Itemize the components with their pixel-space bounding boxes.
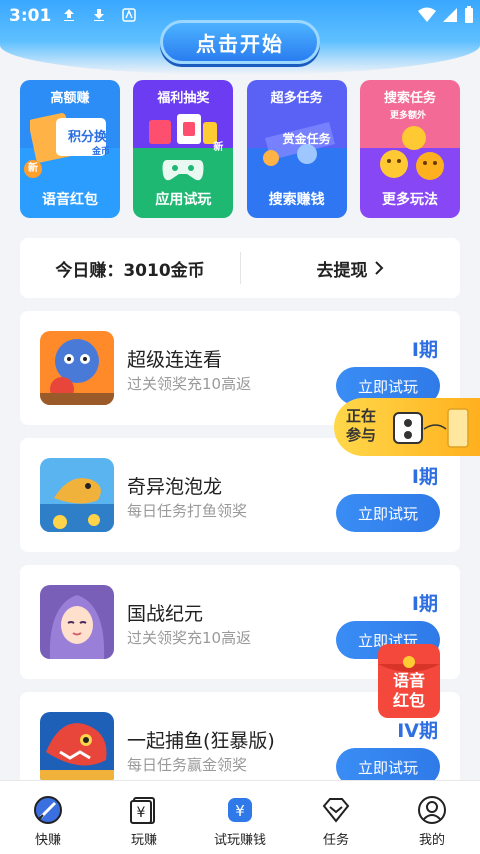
- game-description: 每日任务赢金领奖: [127, 756, 248, 774]
- start-button[interactable]: 点击开始: [160, 20, 320, 64]
- svg-text:¥: ¥: [235, 802, 245, 820]
- battery-icon: [465, 6, 473, 23]
- join-line-2: 参与: [346, 426, 377, 444]
- tile-top-label: 超多任务: [270, 91, 323, 106]
- tab-label: 试玩赚钱: [213, 833, 266, 848]
- wifi-icon: [418, 7, 436, 22]
- status-time: 3:01: [9, 6, 52, 26]
- tile-top-sub: 更多额外: [389, 111, 426, 121]
- tile-search-earn[interactable]: 超多任务 赏金任务 搜索赚钱: [246, 80, 347, 218]
- tab-tasks[interactable]: 任务: [288, 781, 384, 854]
- tab-label: 任务: [322, 833, 349, 848]
- tile-top-label: 高额赚: [50, 91, 90, 106]
- tile-bottom-label: 语音红包: [42, 192, 98, 208]
- participating-float-button[interactable]: 正在 参与: [334, 398, 480, 456]
- tile-top-label: 福利抽奖: [157, 91, 210, 106]
- tile-bottom-label: 搜索赚钱: [268, 192, 325, 208]
- chevron-right-icon: [374, 261, 383, 275]
- svg-text:¥: ¥: [137, 805, 146, 821]
- game-period: IV期: [397, 720, 438, 742]
- new-badge: 新: [24, 160, 42, 178]
- tab-label: 玩赚: [130, 833, 157, 848]
- tab-quick-earn[interactable]: 快赚: [0, 781, 96, 854]
- today-earnings: 今日赚：3010金币: [55, 260, 205, 281]
- game-name: 一起捕鱼(狂暴版): [127, 730, 275, 752]
- tile-bottom-label: 应用试玩: [155, 192, 212, 208]
- tile-bottom-label: 更多玩法: [381, 192, 438, 208]
- game-icon: [40, 585, 114, 659]
- tile-mid-sub: 金币: [92, 147, 111, 157]
- diamond-icon: [322, 798, 350, 823]
- game-period: I期: [411, 593, 438, 615]
- new-badge: 新: [213, 142, 224, 153]
- earnings-card: 今日赚：3010金币 去提现: [20, 238, 460, 298]
- tab-play-earn[interactable]: ¥ 玩赚: [96, 781, 192, 854]
- tile-mid-label: 赏金任务: [282, 132, 331, 146]
- emoji-coins-icon: [379, 126, 444, 180]
- feature-tiles: 高额赚 积分换 金币 新 语音红包 福利抽奖 新 应用试玩 超多任务 赏金任务 …: [20, 80, 460, 218]
- redpack-line-2: 红包: [392, 691, 425, 710]
- game-description: 过关领奖充10高返: [127, 629, 252, 647]
- yen-bag-icon: ¥: [228, 798, 252, 822]
- download-icon: [94, 9, 104, 21]
- tab-label: 快赚: [34, 833, 61, 848]
- game-icon: [40, 331, 114, 405]
- yen-card-icon: ¥: [130, 797, 155, 824]
- join-line-1: 正在: [346, 407, 377, 425]
- game-description: 过关领奖充10高返: [127, 375, 252, 393]
- user-icon: [418, 796, 446, 824]
- game-period: I期: [411, 339, 438, 361]
- tile-app-trial[interactable]: 福利抽奖 新 应用试玩: [133, 80, 234, 218]
- status-indicators: [418, 6, 474, 24]
- game-icon: [40, 712, 114, 786]
- rocket-icon: [34, 796, 62, 824]
- game-period: I期: [411, 466, 438, 488]
- upload-icon: [64, 9, 74, 21]
- tab-trial-earn[interactable]: ¥ 试玩赚钱: [192, 781, 288, 854]
- tile-mid-label: 积分换: [68, 130, 108, 145]
- signal-icon: [443, 8, 457, 22]
- tile-voice-redpack[interactable]: 高额赚 积分换 金币 新 语音红包: [20, 80, 120, 218]
- withdraw-label: 去提现: [316, 260, 368, 281]
- tab-mine[interactable]: 我的: [384, 781, 480, 854]
- tile-top-label: 搜索任务: [383, 91, 436, 106]
- game-name: 超级连连看: [127, 349, 223, 371]
- game-description: 每日任务打鱼领奖: [127, 502, 248, 520]
- try-play-button[interactable]: 立即试玩: [336, 494, 440, 532]
- gift-box-icon: [393, 408, 469, 448]
- redpack-line-1: 语音: [392, 671, 425, 690]
- gift-envelope-icon: [149, 114, 218, 144]
- game-name: 国战纪元: [127, 603, 204, 625]
- voice-redpack-float[interactable]: 语音 红包: [374, 640, 444, 720]
- game-name: 奇异泡泡龙: [127, 476, 223, 498]
- tile-more-play[interactable]: 搜索任务 更多额外 更多玩法: [359, 80, 460, 218]
- bottom-tab-bar: 快赚 ¥ 玩赚 ¥ 试玩赚钱 任务 我的: [0, 780, 480, 854]
- game-icon: [40, 458, 114, 532]
- gamepad-icon: [162, 160, 204, 181]
- tab-label: 我的: [418, 833, 445, 848]
- text-icon: [122, 8, 136, 22]
- withdraw-link[interactable]: 去提现: [240, 238, 460, 298]
